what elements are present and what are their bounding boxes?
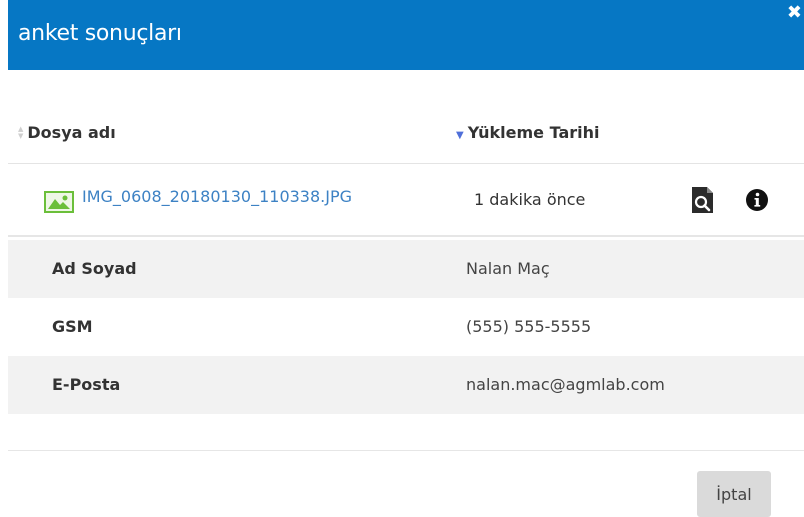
- detail-row-gsm: GSM (555) 555-5555: [8, 298, 804, 356]
- detail-label: E-Posta: [52, 375, 121, 394]
- modal-title: anket sonuçları: [18, 21, 182, 46]
- footer-divider: [8, 450, 804, 451]
- detail-value: Nalan Maç: [466, 259, 550, 278]
- column-label-upload-date: Yükleme Tarihi: [467, 123, 600, 142]
- column-header-upload-date[interactable]: ▼ Yükleme Tarihi: [456, 123, 599, 142]
- detail-label: GSM: [52, 317, 93, 336]
- detail-value: nalan.mac@agmlab.com: [466, 375, 665, 394]
- upload-date: 1 dakika önce: [474, 190, 586, 209]
- detail-value: (555) 555-5555: [466, 317, 592, 336]
- column-header-file-name[interactable]: ▲ ▼ Dosya adı: [18, 123, 116, 142]
- detail-row-email: E-Posta nalan.mac@agmlab.com: [8, 356, 804, 414]
- image-file-icon: [44, 191, 74, 213]
- close-button[interactable]: ✖: [787, 4, 802, 22]
- file-name-link[interactable]: IMG_0608_20180130_110338.JPG: [82, 187, 352, 206]
- detail-label: Ad Soyad: [52, 259, 137, 278]
- sort-both-icon: ▲ ▼: [18, 124, 24, 140]
- table-row: IMG_0608_20180130_110338.JPG 1 dakika ön…: [8, 163, 804, 237]
- info-icon[interactable]: [746, 189, 768, 211]
- modal-header: anket sonuçları ✖: [8, 0, 804, 70]
- column-label-file-name: Dosya adı: [27, 123, 116, 142]
- cancel-button[interactable]: İptal: [697, 471, 771, 517]
- sort-descending-icon: ▼: [456, 130, 464, 141]
- table-header: ▲ ▼ Dosya adı ▼ Yükleme Tarihi: [8, 105, 804, 164]
- preview-icon[interactable]: [690, 185, 716, 215]
- detail-row-name: Ad Soyad Nalan Maç: [8, 240, 804, 298]
